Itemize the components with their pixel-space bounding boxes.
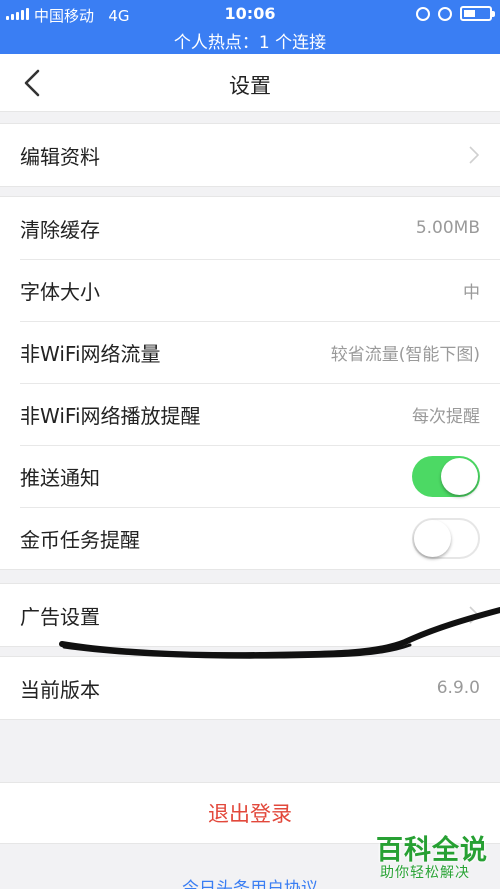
profile-group: 编辑资料: [0, 123, 500, 187]
non-wifi-play-alert-label: 非WiFi网络播放提醒: [20, 403, 201, 428]
push-notifications-toggle[interactable]: [412, 455, 480, 497]
chevron-right-icon: [469, 606, 480, 624]
edit-profile-label: 编辑资料: [20, 144, 100, 169]
non-wifi-traffic-label: 非WiFi网络流量: [20, 341, 161, 366]
push-notifications-row: 推送通知: [0, 445, 500, 507]
push-notifications-label: 推送通知: [20, 465, 100, 490]
coin-task-reminder-label: 金币任务提醒: [20, 527, 140, 552]
nav-bar: 设置: [0, 54, 500, 112]
version-label: 当前版本: [20, 677, 100, 702]
ad-settings-label: 广告设置: [20, 604, 100, 629]
status-bar: 中国移动 4G 10:06 个人热点：1 个连接: [0, 0, 500, 54]
non-wifi-play-alert-value: 每次提醒: [412, 406, 480, 427]
clear-cache-row[interactable]: 清除缓存 5.00MB: [0, 197, 500, 259]
font-size-label: 字体大小: [20, 279, 100, 304]
version-group: 当前版本 6.9.0: [0, 656, 500, 720]
rotation-lock-icon: [416, 6, 430, 21]
logout-label: 退出登录: [208, 802, 292, 826]
watermark-logo: 百科全说 助你轻松解决: [372, 828, 490, 884]
general-settings-group: 清除缓存 5.00MB 字体大小 中 非WiFi网络流量 较省流量(智能下图) …: [0, 196, 500, 570]
cache-size-value: 5.00MB: [415, 218, 480, 238]
ad-settings-row[interactable]: 广告设置: [0, 584, 500, 646]
non-wifi-play-alert-row[interactable]: 非WiFi网络播放提醒 每次提醒: [0, 383, 500, 445]
hotspot-banner[interactable]: 个人热点：1 个连接: [0, 28, 500, 53]
coin-task-reminder-toggle[interactable]: [412, 517, 480, 559]
watermark-subtitle: 助你轻松解决: [380, 865, 470, 881]
non-wifi-traffic-value: 较省流量(智能下图): [330, 344, 480, 365]
version-value: 6.9.0: [436, 678, 480, 698]
alarm-icon: [438, 6, 452, 21]
font-size-value: 中: [463, 282, 480, 303]
coin-task-reminder-row: 金币任务提醒: [0, 507, 500, 569]
version-row: 当前版本 6.9.0: [0, 657, 500, 719]
edit-profile-row[interactable]: 编辑资料: [0, 124, 500, 186]
ad-settings-group: 广告设置: [0, 583, 500, 647]
font-size-row[interactable]: 字体大小 中: [0, 259, 500, 321]
non-wifi-traffic-row[interactable]: 非WiFi网络流量 较省流量(智能下图): [0, 321, 500, 383]
clear-cache-label: 清除缓存: [20, 217, 100, 242]
page-title: 设置: [229, 74, 271, 98]
chevron-right-icon: [469, 146, 480, 164]
battery-icon: [460, 6, 495, 21]
